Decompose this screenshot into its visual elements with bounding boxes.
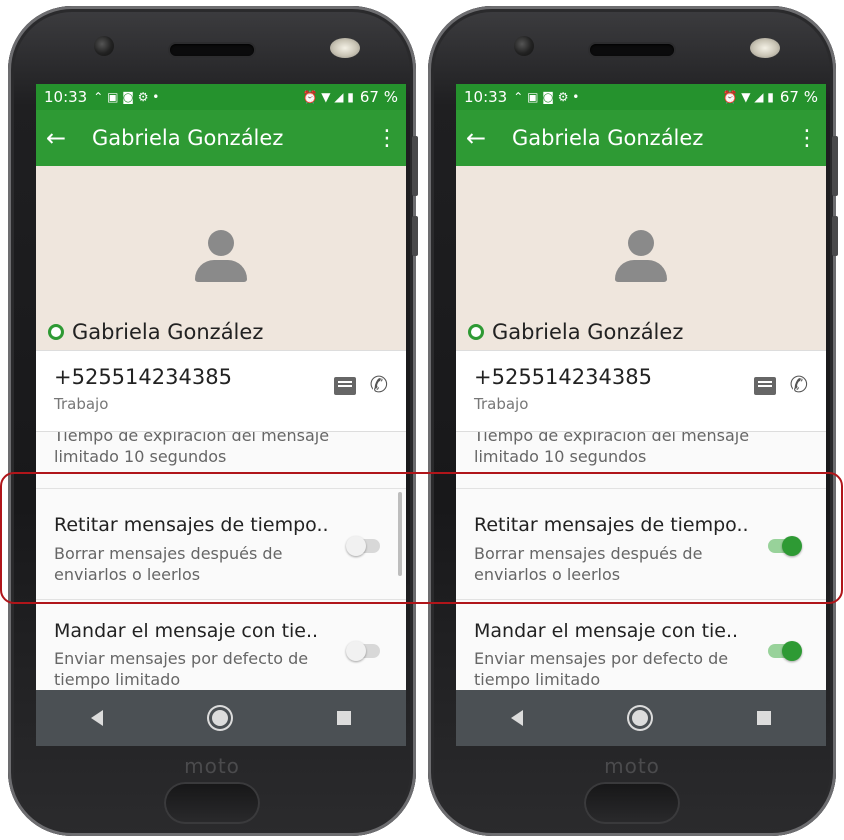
expiration-title: Tiempo de expiración del mensaje	[54, 432, 330, 445]
send-title: Mandar el mensaje con tie..	[54, 620, 319, 642]
app-bar-title: Gabriela González	[512, 126, 704, 150]
profile-header: Gabriela González	[36, 166, 406, 350]
phone-screen: 10:33 ⌃ ▣ ◙ ⚙ • ⏰ ▼ ◢ ▮ 67 % ← Gabriela …	[36, 84, 406, 746]
back-arrow-icon[interactable]: ←	[46, 124, 86, 152]
profile-name: Gabriela González	[492, 320, 684, 344]
expiration-title: Tiempo de expiración del mensaje	[474, 432, 750, 445]
nav-home-icon[interactable]	[631, 710, 648, 726]
overflow-menu-icon[interactable]: ⋮	[376, 126, 398, 151]
brand-logo: moto	[604, 754, 660, 778]
nav-home-icon[interactable]	[211, 710, 228, 726]
expiration-value: limitado 10 segundos	[474, 447, 647, 466]
send-description: Enviar mensajes por defecto de tiempo li…	[54, 649, 309, 689]
avatar-icon	[193, 230, 249, 286]
online-status-icon	[48, 324, 64, 340]
front-camera	[94, 36, 114, 56]
message-icon[interactable]	[333, 377, 356, 395]
app-bar: ← Gabriela González ⋮	[36, 110, 406, 166]
profile-header: Gabriela González	[456, 166, 826, 350]
send-description: Enviar mensajes por defecto de tiempo li…	[474, 649, 729, 689]
earpiece-speaker	[590, 44, 674, 56]
call-icon[interactable]: ✆	[370, 373, 388, 398]
volume-button	[412, 136, 418, 196]
front-camera	[514, 36, 534, 56]
contact-row[interactable]: +525514234385 Trabajo ✆	[36, 350, 406, 432]
nav-back-icon[interactable]	[90, 710, 103, 726]
nav-bar	[456, 690, 826, 746]
notification-icons: ⌃ ▣ ◙ ⚙ •	[513, 90, 580, 104]
nav-recents-icon[interactable]	[337, 711, 352, 725]
expiration-value: limitado 10 segundos	[54, 447, 227, 466]
nav-recents-icon[interactable]	[757, 711, 772, 725]
highlight-box	[0, 472, 843, 604]
nav-bar	[36, 690, 406, 746]
back-arrow-icon[interactable]: ←	[466, 124, 506, 152]
power-button	[412, 216, 418, 256]
app-bar: ← Gabriela González ⋮	[456, 110, 826, 166]
brand-logo: moto	[184, 754, 240, 778]
status-bar: 10:33 ⌃ ▣ ◙ ⚙ • ⏰ ▼ ◢ ▮ 67 %	[456, 84, 826, 110]
phone-type-label: Trabajo	[54, 395, 109, 413]
phone-number: +525514234385	[54, 365, 232, 389]
fingerprint-button[interactable]	[584, 782, 680, 824]
send-timed-setting[interactable]: Mandar el mensaje con tie.. Enviar mensa…	[456, 600, 826, 691]
send-title: Mandar el mensaje con tie..	[474, 620, 739, 642]
send-timed-setting[interactable]: Mandar el mensaje con tie.. Enviar mensa…	[36, 600, 406, 691]
signal-icons: ⏰ ▼ ◢ ▮	[302, 90, 354, 104]
phone-number: +525514234385	[474, 365, 652, 389]
profile-name: Gabriela González	[72, 320, 264, 344]
phone-type-label: Trabajo	[474, 395, 529, 413]
fingerprint-button[interactable]	[164, 782, 260, 824]
message-icon[interactable]	[753, 377, 776, 395]
send-toggle[interactable]	[346, 641, 380, 661]
volume-button	[832, 136, 838, 196]
notification-icons: ⌃ ▣ ◙ ⚙ •	[93, 90, 160, 104]
avatar-icon	[613, 230, 669, 286]
phone-before: 10:33 ⌃ ▣ ◙ ⚙ • ⏰ ▼ ◢ ▮ 67 % ← Gabriela …	[8, 6, 418, 836]
nav-back-icon[interactable]	[510, 710, 523, 726]
battery-level: 67 %	[359, 88, 398, 106]
app-bar-title: Gabriela González	[92, 126, 284, 150]
send-toggle[interactable]	[768, 641, 802, 661]
clock: 10:33	[464, 88, 508, 106]
signal-icons: ⏰ ▼ ◢ ▮	[722, 90, 774, 104]
overflow-menu-icon[interactable]: ⋮	[796, 126, 818, 151]
front-flash	[330, 38, 360, 58]
power-button	[832, 216, 838, 256]
front-flash	[750, 38, 780, 58]
earpiece-speaker	[170, 44, 254, 56]
online-status-icon	[468, 324, 484, 340]
call-icon[interactable]: ✆	[790, 373, 808, 398]
battery-level: 67 %	[779, 88, 818, 106]
clock: 10:33	[44, 88, 88, 106]
phone-screen: 10:33 ⌃ ▣ ◙ ⚙ • ⏰ ▼ ◢ ▮ 67 % ← Gabriela …	[456, 84, 826, 746]
phone-after: 10:33 ⌃ ▣ ◙ ⚙ • ⏰ ▼ ◢ ▮ 67 % ← Gabriela …	[428, 6, 838, 836]
contact-row[interactable]: +525514234385 Trabajo ✆	[456, 350, 826, 432]
status-bar: 10:33 ⌃ ▣ ◙ ⚙ • ⏰ ▼ ◢ ▮ 67 %	[36, 84, 406, 110]
